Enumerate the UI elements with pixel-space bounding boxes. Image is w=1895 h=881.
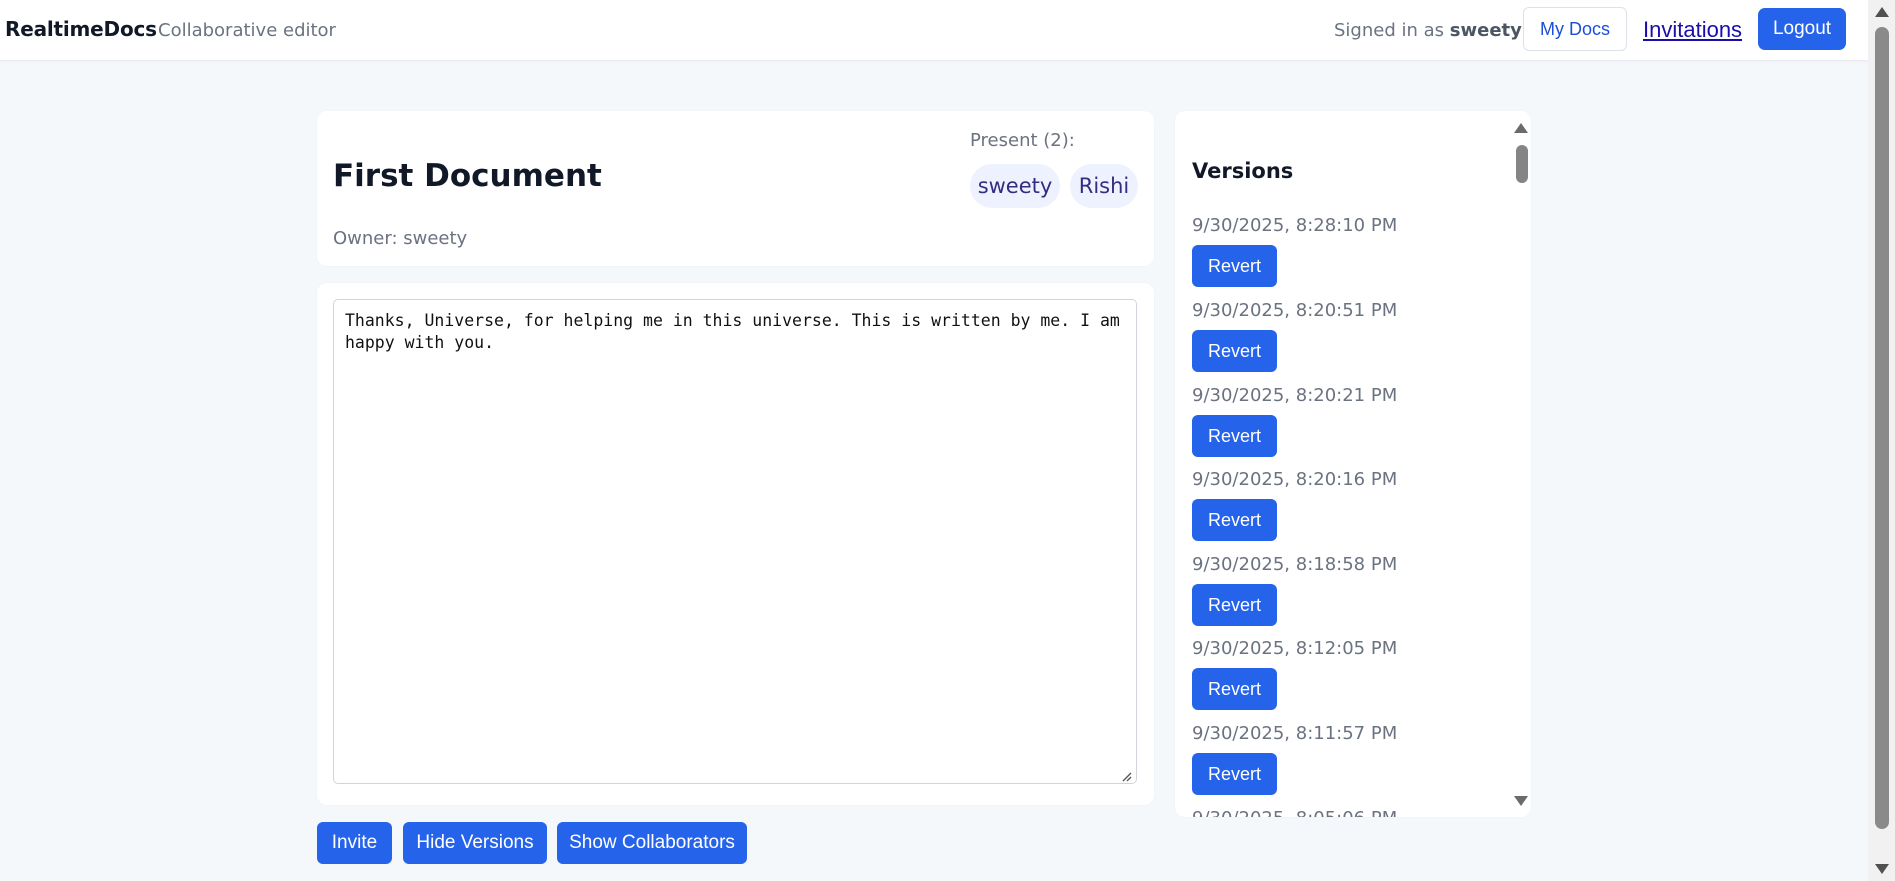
document-title: First Document: [333, 158, 602, 194]
editor-card: Thanks, Universe, for helping me in this…: [317, 283, 1154, 805]
version-timestamp: 9/30/2025, 8:20:21 PM: [1192, 385, 1398, 406]
version-timestamp: 9/30/2025, 8:11:57 PM: [1192, 723, 1398, 744]
resize-grip-icon[interactable]: [1120, 770, 1132, 782]
scroll-up-arrow-icon[interactable]: [1514, 123, 1528, 133]
revert-button[interactable]: Revert: [1192, 668, 1277, 710]
version-timestamp: 9/30/2025, 8:20:16 PM: [1192, 469, 1398, 490]
signed-in-prefix: Signed in as: [1334, 20, 1445, 41]
version-item: 9/30/2025, 8:28:10 PM Revert: [1192, 215, 1397, 287]
revert-button[interactable]: Revert: [1192, 245, 1277, 287]
versions-scrollbar[interactable]: [1511, 111, 1531, 817]
page-scrollbar[interactable]: [1868, 0, 1895, 881]
scroll-up-arrow-icon[interactable]: [1875, 7, 1889, 17]
my-docs-button[interactable]: My Docs: [1523, 7, 1627, 51]
presence-user-pill: Rishi: [1070, 164, 1138, 208]
scrollbar-thumb[interactable]: [1875, 27, 1889, 829]
revert-button[interactable]: Revert: [1192, 584, 1277, 626]
signed-in-status: Signed in as sweety: [1334, 20, 1522, 41]
document-editor-textarea[interactable]: Thanks, Universe, for helping me in this…: [333, 299, 1137, 784]
revert-button[interactable]: Revert: [1192, 499, 1277, 541]
scrollbar-thumb[interactable]: [1516, 145, 1528, 183]
version-item: 9/30/2025, 8:12:05 PM Revert: [1192, 638, 1397, 710]
invitations-link[interactable]: Invitations: [1643, 17, 1742, 43]
revert-button[interactable]: Revert: [1192, 753, 1277, 795]
document-owner: Owner: sweety: [333, 228, 468, 249]
version-item: 9/30/2025, 8:20:16 PM Revert: [1192, 469, 1397, 541]
version-timestamp: 9/30/2025, 8:28:10 PM: [1192, 215, 1398, 236]
versions-panel[interactable]: Versions 9/30/2025, 8:28:10 PM Revert 9/…: [1175, 111, 1531, 817]
signed-in-username: sweety: [1449, 20, 1522, 41]
logout-button[interactable]: Logout: [1758, 8, 1846, 50]
scroll-down-arrow-icon[interactable]: [1514, 796, 1528, 806]
presence-label: Present (2):: [970, 130, 1075, 151]
show-collaborators-button[interactable]: Show Collaborators: [557, 822, 747, 864]
scroll-down-arrow-icon[interactable]: [1875, 864, 1889, 874]
version-item: 9/30/2025, 8:20:21 PM Revert: [1192, 385, 1397, 457]
version-timestamp: 9/30/2025, 8:20:51 PM: [1192, 300, 1398, 321]
tagline: Collaborative editor: [158, 20, 336, 41]
versions-title: Versions: [1192, 159, 1294, 183]
presence-user-pill: sweety: [970, 164, 1060, 208]
version-timestamp: 9/30/2025, 8:18:58 PM: [1192, 554, 1398, 575]
version-timestamp: 9/30/2025, 8:12:05 PM: [1192, 638, 1398, 659]
brand-logo[interactable]: RealtimeDocs: [5, 17, 157, 41]
version-item: 9/30/2025, 8:11:57 PM Revert: [1192, 723, 1397, 795]
hide-versions-button[interactable]: Hide Versions: [403, 822, 547, 864]
document-header-card: First Document Owner: sweety Present (2)…: [317, 111, 1154, 266]
invite-button[interactable]: Invite: [317, 822, 392, 864]
top-bar: RealtimeDocs Collaborative editor Signed…: [0, 0, 1868, 61]
version-timestamp: 9/30/2025, 8:05:06 PM: [1192, 808, 1397, 817]
version-item: 9/30/2025, 8:20:51 PM Revert: [1192, 300, 1397, 372]
version-item: 9/30/2025, 8:05:06 PM: [1192, 808, 1397, 817]
revert-button[interactable]: Revert: [1192, 330, 1277, 372]
version-item: 9/30/2025, 8:18:58 PM Revert: [1192, 554, 1397, 626]
revert-button[interactable]: Revert: [1192, 415, 1277, 457]
